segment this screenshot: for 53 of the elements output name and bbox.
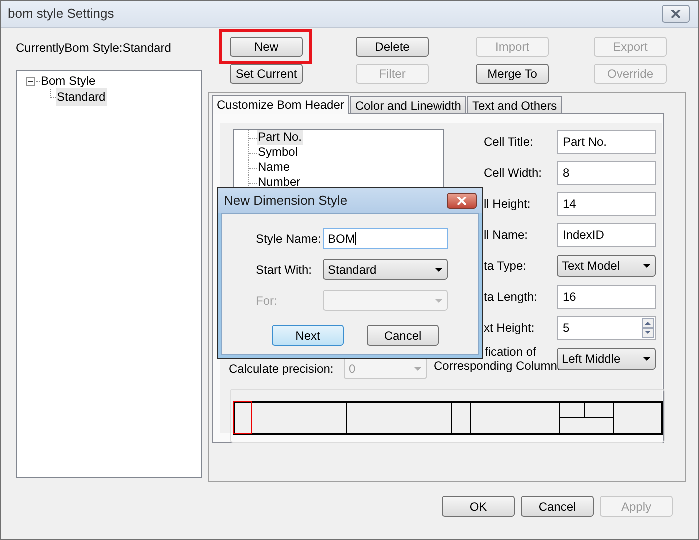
tab[interactable]: Text and Others — [467, 96, 562, 113]
window-title: bom style Settings — [8, 5, 114, 24]
input-field[interactable]: 16 — [557, 285, 656, 309]
tab[interactable]: Customize Bom Header — [212, 95, 350, 114]
dialog-title: New Dimension Style — [224, 192, 348, 210]
field-label: For: — [256, 292, 278, 310]
close-button[interactable] — [662, 5, 690, 23]
field-label: Cell Title: — [484, 134, 534, 151]
close-button[interactable] — [447, 192, 477, 208]
spinner-icon[interactable] — [642, 318, 654, 338]
caret-icon — [643, 357, 651, 361]
caret-icon — [643, 264, 651, 268]
field-label: Start With: — [256, 262, 314, 278]
field-label: ll Height: — [484, 196, 531, 213]
caret-icon — [414, 366, 422, 370]
list-item[interactable]: Part No. — [257, 130, 304, 145]
caret-icon — [435, 268, 443, 272]
input-field[interactable]: 14 — [557, 192, 656, 216]
toolbar-button[interactable]: Delete — [356, 37, 429, 57]
dropdown[interactable]: Text Model — [557, 255, 656, 277]
dialog-button[interactable]: Cancel — [521, 496, 594, 517]
toolbar-button[interactable]: New — [230, 37, 303, 57]
toolbar-button[interactable]: Merge To — [476, 64, 549, 84]
list-item[interactable]: Number — [257, 175, 302, 190]
list-item[interactable]: Name — [257, 160, 292, 175]
spin-field[interactable]: 5 — [557, 316, 656, 340]
field-label: ta Length: — [484, 289, 538, 306]
field-label: ll Name: — [484, 227, 528, 244]
input-field[interactable]: 8 — [557, 161, 656, 185]
toolbar-button[interactable]: Set Current — [230, 64, 303, 84]
field-label: xt Height: — [484, 320, 535, 337]
tree-item[interactable]: Standard — [56, 88, 107, 106]
tab[interactable]: Color and Linewidth — [350, 96, 466, 113]
field-label: Style Name: — [256, 230, 322, 248]
tree-item[interactable]: Bom Style — [40, 72, 97, 90]
list-item[interactable]: Symbol — [257, 145, 300, 160]
collapse-icon[interactable] — [26, 76, 35, 86]
close-icon — [457, 196, 467, 204]
dropdown[interactable]: Standard — [323, 259, 448, 280]
field-label: fication of — [485, 345, 536, 359]
caret-icon — [435, 298, 443, 302]
field-label: ta Type: — [484, 258, 526, 275]
input-field[interactable]: IndexID — [557, 223, 656, 247]
current-style-label: CurrentlyBom Style:Standard — [16, 41, 172, 55]
dialog-button[interactable]: Cancel — [367, 325, 439, 346]
dialog-button[interactable]: OK — [442, 496, 515, 517]
dropdown[interactable]: Left Middle — [557, 348, 656, 370]
dialog-button[interactable]: Next — [272, 325, 344, 346]
field-label: Cell Width: — [484, 165, 542, 182]
input-field[interactable]: BOM — [323, 228, 448, 249]
input-field[interactable]: Part No. — [557, 130, 656, 154]
close-icon — [671, 10, 681, 18]
field-label: Calculate precision: — [229, 360, 335, 378]
